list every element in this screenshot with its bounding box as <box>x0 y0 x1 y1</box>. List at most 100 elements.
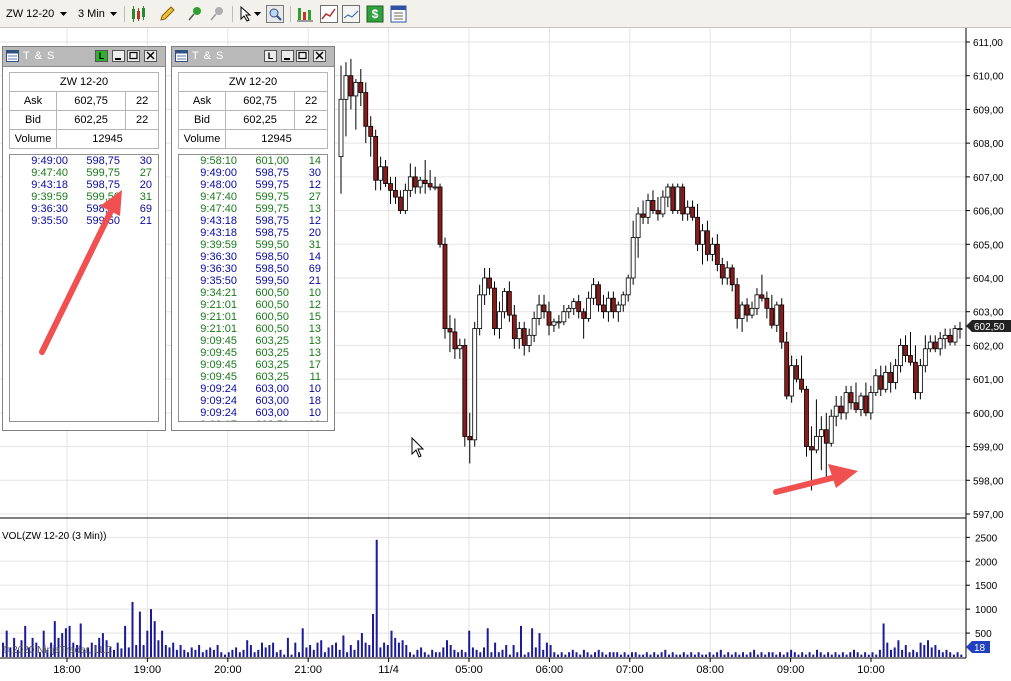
properties-icon[interactable] <box>390 5 408 23</box>
candlestick-style-icon[interactable] <box>130 5 148 23</box>
price-tick-label: 606,00 <box>973 207 1004 218</box>
maximize-icon <box>129 51 138 60</box>
volume-bar <box>168 647 171 657</box>
ask-label: Ask <box>9 91 57 111</box>
volume-bar <box>767 652 770 657</box>
volume-bar <box>938 649 941 657</box>
volume-bar <box>331 645 334 657</box>
instrument-dropdown-icon[interactable] <box>60 9 68 17</box>
svg-text:$: $ <box>372 7 379 21</box>
trade-row: 9:58:10 601,00 14 <box>179 155 327 167</box>
volume-bar <box>878 649 881 657</box>
volume-bar <box>246 640 249 657</box>
volume-bar <box>923 645 926 657</box>
ts-titlebar[interactable]: T & S L <box>3 47 165 67</box>
volume-bar <box>479 652 482 657</box>
maximize-button[interactable] <box>127 50 140 62</box>
volume-bar <box>390 630 393 657</box>
time-and-sales-window-2[interactable]: T & S L ZW 12-20 Ask 602,75 22 Bid 602,25 22… <box>171 46 335 431</box>
candle-body <box>432 186 438 189</box>
candle-body <box>541 304 547 313</box>
volume-bar <box>623 652 626 657</box>
volume-bar <box>531 628 534 657</box>
trade-size: 21 <box>308 275 321 287</box>
pushpin-disabled-icon[interactable] <box>208 5 226 23</box>
link-button[interactable]: L <box>264 50 277 62</box>
price-tick-label: 599,00 <box>973 443 1004 454</box>
candle-body <box>719 264 725 279</box>
volume-bar <box>483 647 485 657</box>
volume-bar <box>179 645 182 657</box>
dollar-icon[interactable]: $ <box>366 5 384 23</box>
volume-bar <box>627 654 630 657</box>
volume-bar <box>401 640 404 657</box>
volume-bar <box>523 654 526 657</box>
trade-price: 598,75 <box>255 167 289 179</box>
volume-bar <box>679 654 682 657</box>
trades-list[interactable]: 9:49:00 598,75 30 9:47:40 599,75 27 9:43:18 598… <box>9 154 159 422</box>
candle-body <box>818 429 824 437</box>
volume-bar <box>486 628 489 657</box>
time-tick-label: 10:00 <box>857 664 885 676</box>
volume-bar <box>864 652 867 657</box>
interval-selector[interactable]: 3 Min <box>78 5 105 23</box>
cursor-dropdown-icon[interactable] <box>254 9 262 17</box>
close-button[interactable] <box>144 50 157 62</box>
minimize-button[interactable] <box>281 50 294 62</box>
candle-body <box>804 388 809 447</box>
bid-price: 602,25 <box>224 110 296 130</box>
time-and-sales-window-1[interactable]: T & S L ZW 12-20 Ask 602,75 22 Bid 602,25 22… <box>2 46 166 431</box>
volume-value: 12945 <box>225 129 328 149</box>
volume-bar <box>834 652 837 657</box>
candle-body <box>759 294 765 299</box>
volume-bar <box>579 654 582 657</box>
candle-body <box>744 304 750 316</box>
link-button[interactable]: L <box>95 50 108 62</box>
volume-bar <box>386 645 389 657</box>
candle-body <box>383 166 388 185</box>
maximize-button[interactable] <box>296 50 309 62</box>
trade-time: 9:47:40 <box>200 191 237 203</box>
trade-size: 12 <box>308 179 321 191</box>
trades-list[interactable]: 9:58:10 601,00 14 9:49:00 598,75 30 9:48:00 599… <box>178 154 328 422</box>
candle-body <box>477 294 483 329</box>
close-button[interactable] <box>313 50 326 62</box>
candlestick-series <box>338 58 963 491</box>
bar-chart-icon[interactable] <box>296 5 314 23</box>
volume-bar <box>198 645 201 657</box>
trade-price: 599,75 <box>86 167 120 179</box>
candle-body <box>680 186 686 215</box>
price-tick-label: 603,00 <box>973 308 1004 319</box>
volume-bar <box>471 647 474 657</box>
candle-body <box>789 365 795 397</box>
zoom-icon[interactable] <box>266 5 284 23</box>
volume-bar <box>856 652 859 657</box>
instrument-selector[interactable]: ZW 12-20 <box>6 5 54 23</box>
pencil-draw-icon[interactable] <box>158 5 176 23</box>
volume-bar <box>201 652 204 657</box>
ts-titlebar[interactable]: T & S L <box>172 47 334 67</box>
candle-body <box>462 345 468 437</box>
volume-bar <box>409 652 411 657</box>
trade-size: 13 <box>308 347 321 359</box>
candle-body <box>665 186 671 198</box>
candle-body <box>591 284 596 299</box>
volume-bar <box>886 642 889 657</box>
trade-time: 9:43:18 <box>200 227 237 239</box>
trade-price: 603,00 <box>255 407 289 419</box>
line-chart-icon[interactable] <box>320 5 338 23</box>
trade-size: 12 <box>308 299 321 311</box>
minimize-button[interactable] <box>112 50 125 62</box>
trade-price: 598,50 <box>86 203 120 215</box>
volume-bar <box>616 652 619 657</box>
volume-tick-label: 1500 <box>975 581 998 592</box>
candle-body <box>764 297 770 309</box>
volume-bar <box>501 649 504 657</box>
chart-panel-icon[interactable] <box>342 5 360 23</box>
volume-bar <box>716 652 719 657</box>
candle-body <box>690 206 695 218</box>
trade-time: 9:48:00 <box>200 179 237 191</box>
interval-dropdown-icon[interactable] <box>110 9 118 17</box>
pushpin-icon[interactable] <box>186 5 204 23</box>
volume-bar <box>453 649 456 657</box>
